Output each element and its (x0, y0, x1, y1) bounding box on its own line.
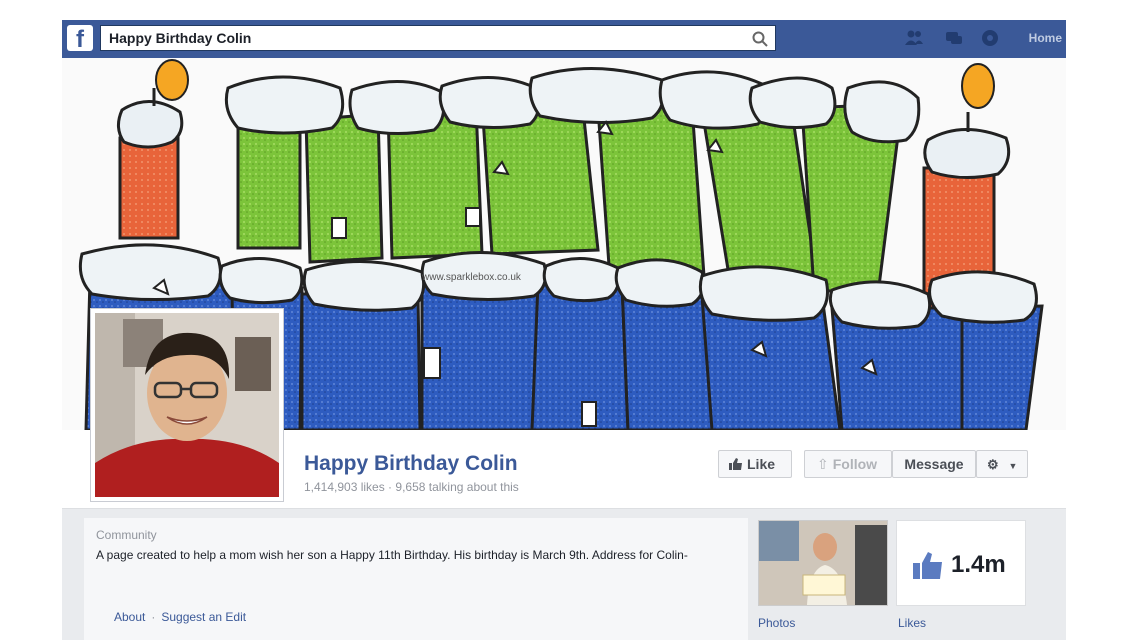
message-label: Message (904, 456, 964, 472)
like-thumb-icon (729, 458, 742, 470)
follow-label: Follow (832, 456, 878, 472)
settings-dropdown[interactable]: ⚙ ▼ (976, 450, 1028, 478)
candle-left (117, 59, 189, 240)
friend-requests-icon[interactable] (904, 28, 924, 48)
like-thumb-icon (913, 552, 942, 579)
cover-watermark: www.sparklebox.co.uk (422, 272, 521, 283)
page-title[interactable]: Happy Birthday Colin (304, 452, 518, 476)
profile-photo-image (95, 313, 279, 497)
home-link[interactable]: Home (1029, 31, 1062, 45)
message-button[interactable]: Message (892, 450, 976, 478)
photos-preview-image (759, 521, 887, 605)
search-icon[interactable] (751, 30, 769, 48)
page-category[interactable]: Community (96, 528, 157, 542)
follow-icon: ⇧ (817, 456, 829, 472)
likes-label[interactable]: Likes (898, 616, 926, 630)
profile-picture[interactable] (90, 308, 284, 502)
suggest-edit-link[interactable]: Suggest an Edit (161, 610, 246, 624)
likes-thumbnail[interactable]: 1.4m (896, 520, 1026, 606)
messages-icon[interactable] (944, 28, 964, 48)
link-separator: · (151, 610, 156, 624)
about-box: Community A page created to help a mom w… (84, 518, 748, 640)
notifications-icon[interactable] (980, 28, 1000, 48)
photos-thumbnail[interactable] (758, 520, 888, 606)
page-description: A page created to help a mom wish her so… (96, 548, 688, 562)
like-label: Like (747, 456, 776, 472)
follow-button[interactable]: ⇧ Follow (804, 450, 892, 478)
likes-count: 1.4m (951, 551, 1006, 578)
search-input[interactable]: Happy Birthday Colin (100, 25, 776, 51)
browser-frame: f Happy Birthday Colin Home www.sparkleb… (62, 20, 1066, 640)
about-link[interactable]: About (114, 610, 145, 624)
chevron-down-icon: ▼ (1008, 461, 1018, 471)
facebook-top-bar: f Happy Birthday Colin Home (62, 20, 1066, 59)
like-button[interactable]: Like (718, 450, 792, 478)
gear-icon: ⚙ (987, 457, 999, 472)
about-links: About · Suggest an Edit (114, 610, 246, 624)
page-stats: 1,414,903 likes · 9,658 talking about th… (304, 480, 519, 494)
search-value: Happy Birthday Colin (109, 30, 252, 46)
facebook-logo[interactable]: f (67, 25, 93, 51)
photos-label[interactable]: Photos (758, 616, 795, 630)
